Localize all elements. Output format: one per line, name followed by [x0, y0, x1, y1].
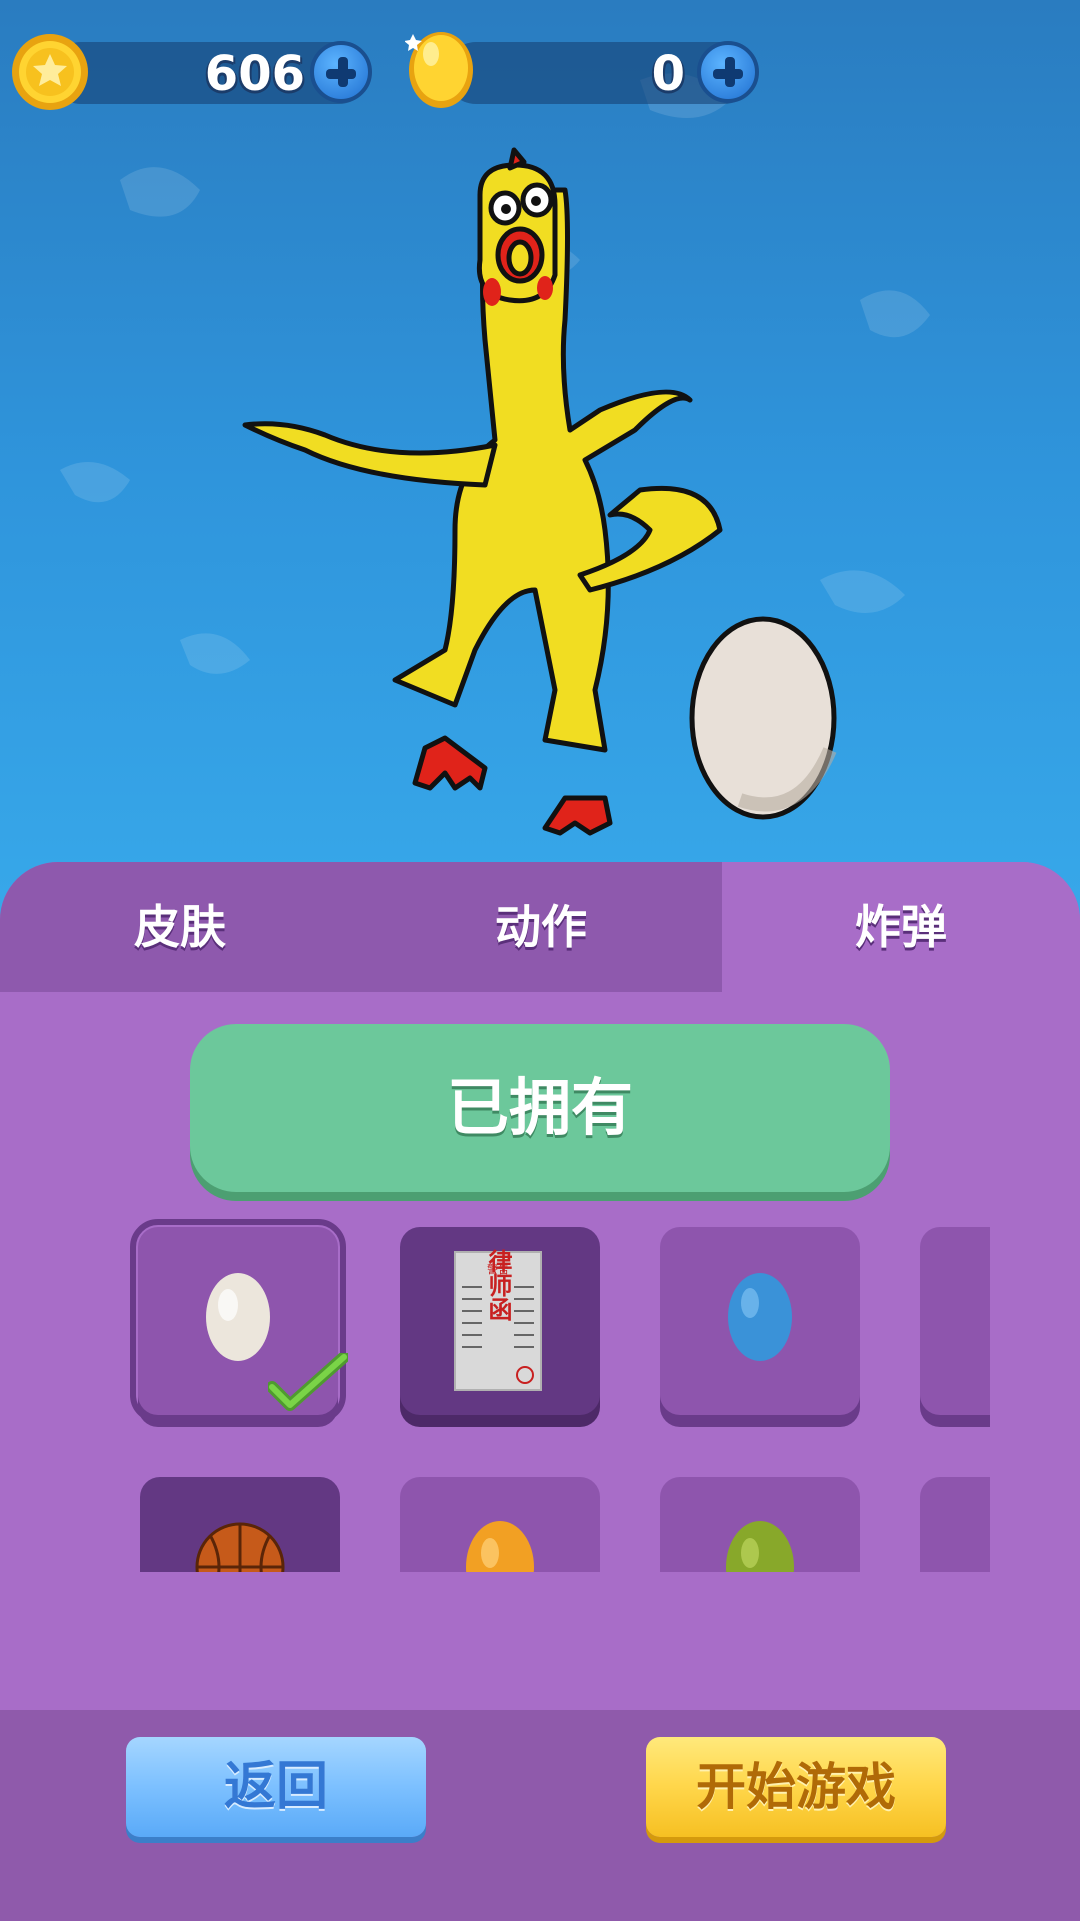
tab-action[interactable]: 动作	[360, 862, 722, 992]
item-panel: 皮肤 动作 炸弹 已拥有 警告 律师函 返回 开始游戏	[0, 862, 1080, 1921]
item-grid: 警告 律师函	[0, 1212, 990, 1572]
item-next-partial-2[interactable]	[920, 1477, 990, 1572]
tab-bomb[interactable]: 炸弹	[722, 862, 1080, 992]
tab-skin[interactable]: 皮肤	[0, 862, 360, 992]
lawyer-letter-label: 律师函	[484, 1249, 512, 1321]
blue-egg-icon	[728, 1273, 792, 1361]
green-egg-icon	[726, 1521, 794, 1572]
start-game-button[interactable]: 开始游戏	[646, 1737, 946, 1837]
item-basketball[interactable]	[140, 1477, 340, 1572]
item-blue-egg[interactable]	[660, 1227, 860, 1415]
egg-bomb	[689, 616, 837, 820]
owned-button[interactable]: 已拥有	[190, 1024, 890, 1192]
item-lawyer-letter[interactable]: 警告 律师函	[400, 1227, 600, 1415]
back-button[interactable]: 返回	[126, 1737, 426, 1837]
rubber-chicken	[242, 147, 723, 836]
item-green-egg[interactable]	[660, 1477, 860, 1572]
basketball-icon	[195, 1522, 285, 1572]
character-stage	[242, 147, 837, 836]
item-white-egg[interactable]	[130, 1219, 348, 1423]
lawyer-letter-icon: 警告 律师函	[454, 1249, 542, 1391]
item-next-partial[interactable]	[920, 1227, 990, 1415]
orange-egg-icon	[466, 1521, 534, 1572]
item-orange-egg[interactable]	[400, 1477, 600, 1572]
selected-check-icon	[268, 1353, 348, 1411]
